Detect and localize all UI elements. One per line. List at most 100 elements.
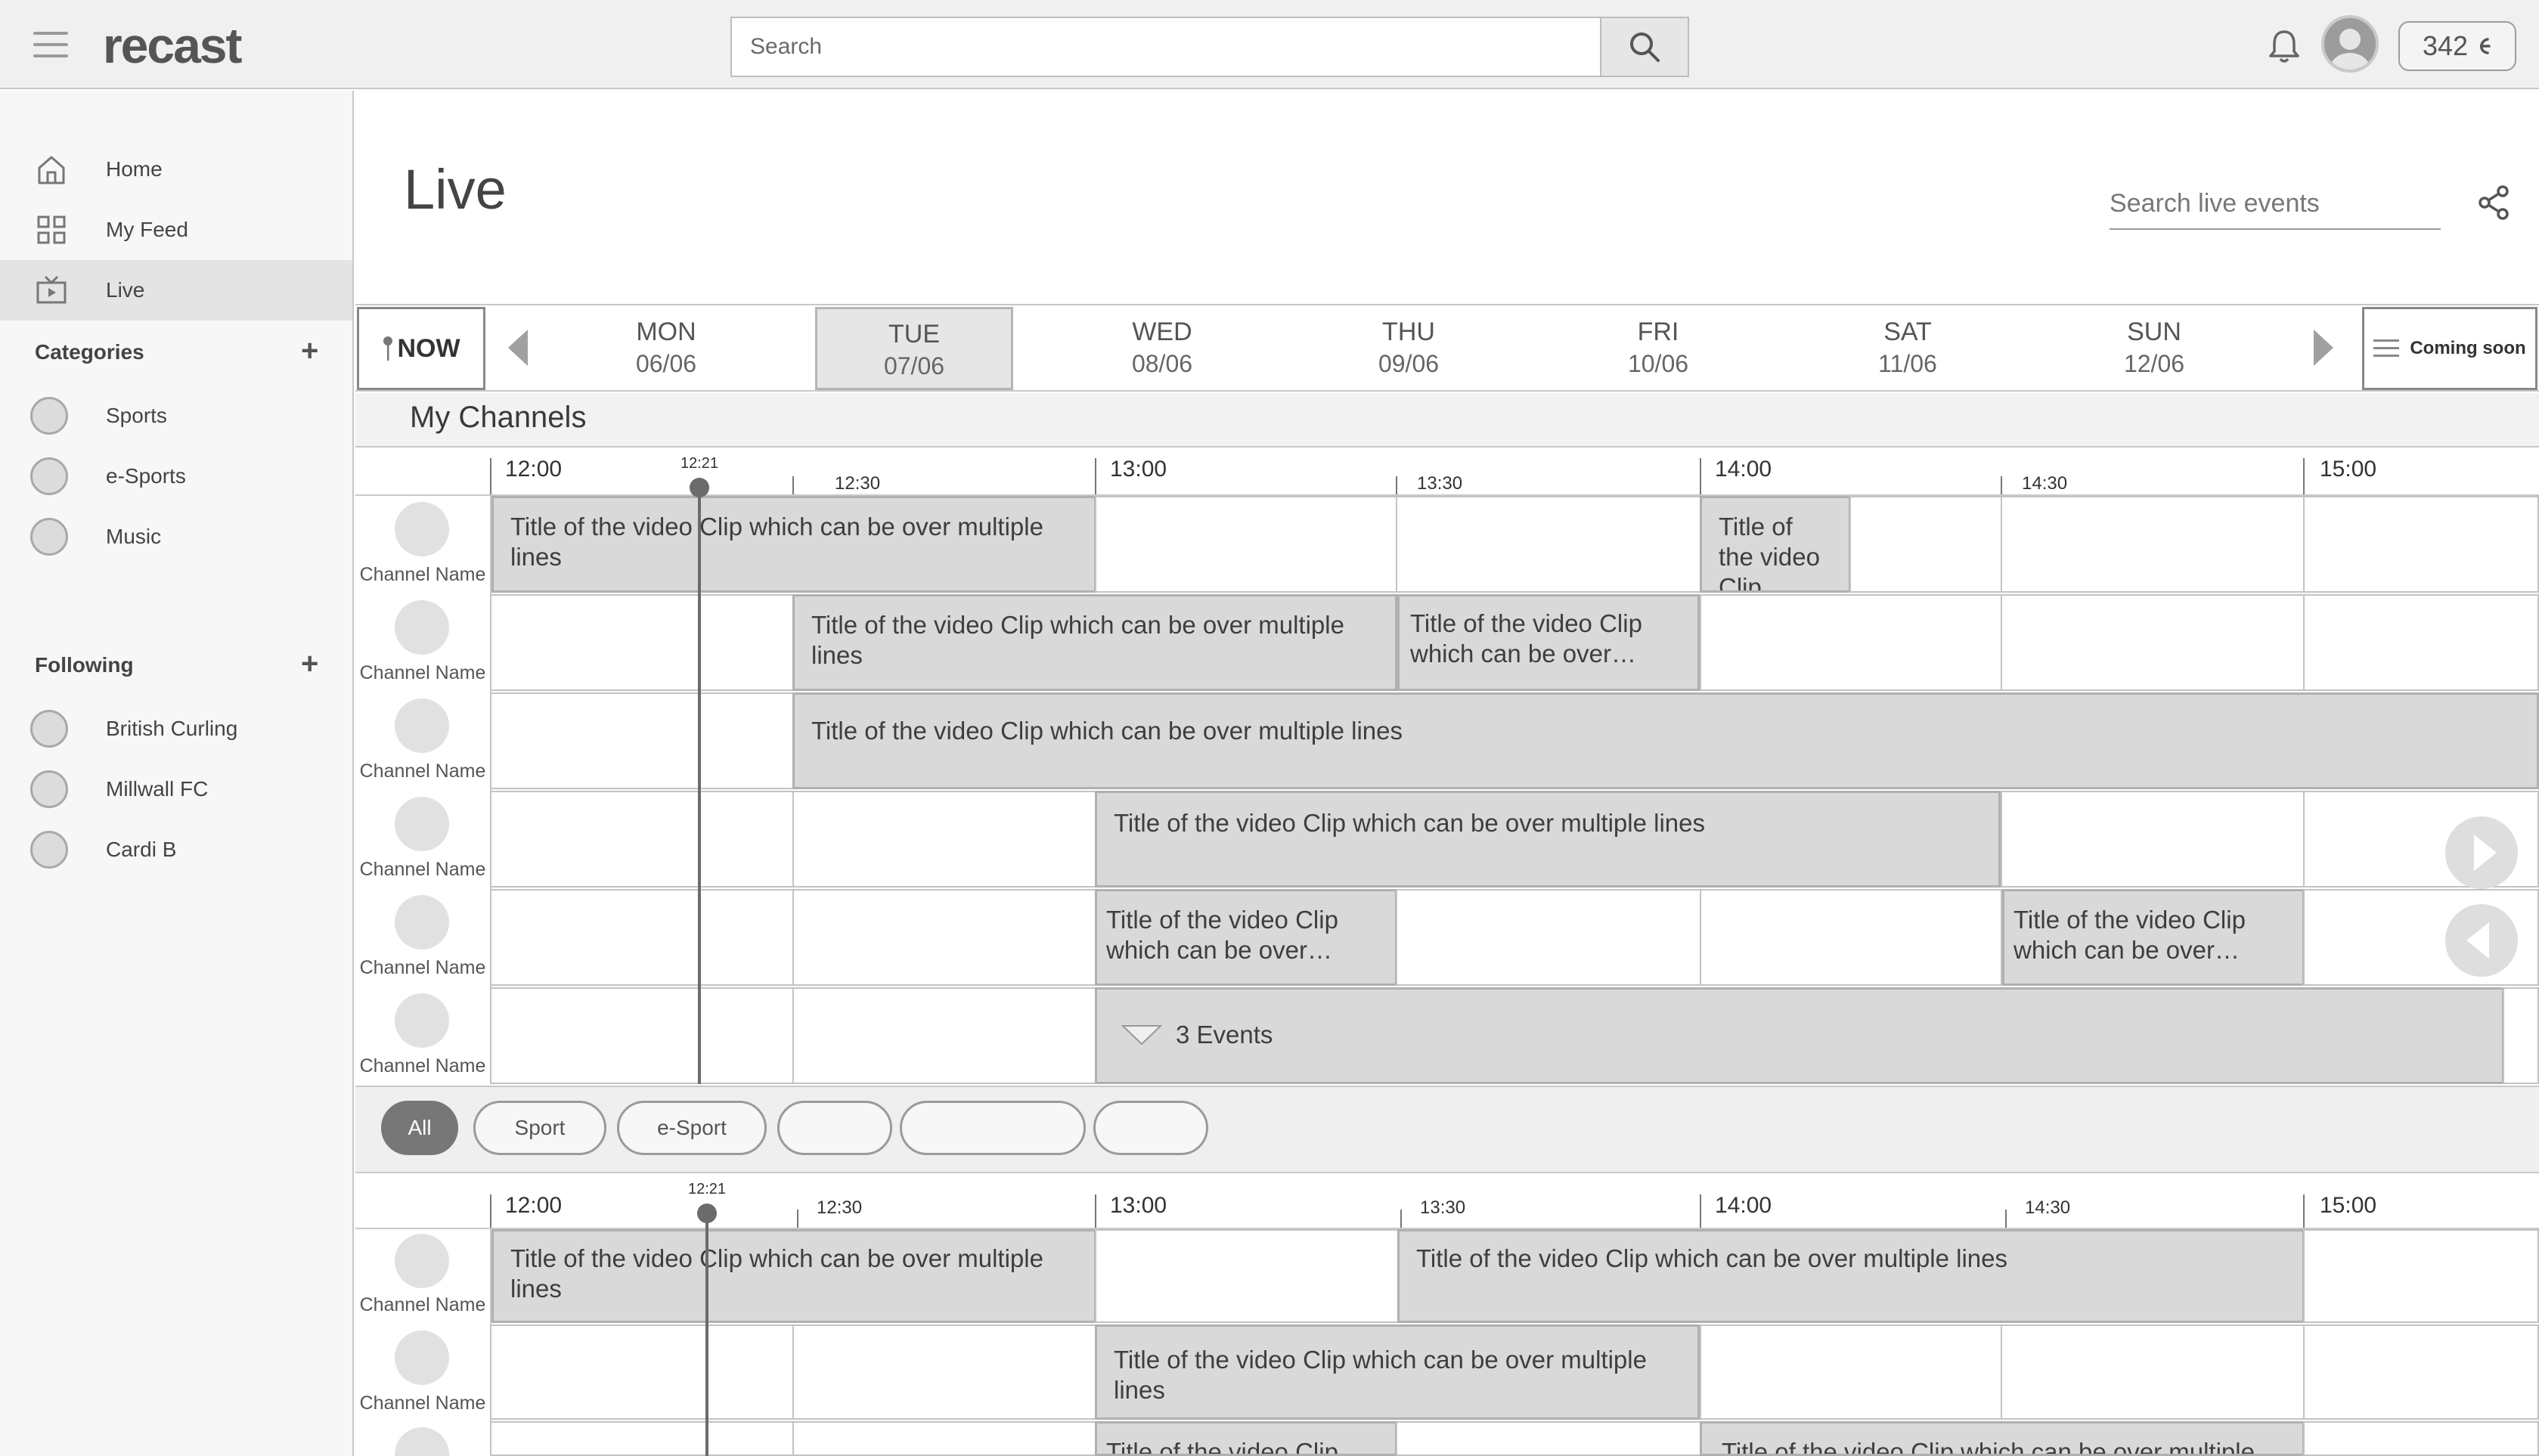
channel-cell[interactable]: Channel Name [355,496,490,593]
event-block[interactable]: Title of the video Clip which can be ove… [1700,1421,2305,1456]
empty-slot [1700,1324,2002,1420]
credits-button[interactable]: 342 [2398,21,2516,71]
filter-chip[interactable] [1093,1101,1208,1155]
timeline-tick [490,458,491,497]
category-avatar [30,397,68,435]
page-title: Live [404,158,507,221]
share-icon[interactable] [2477,184,2512,221]
scroll-left-button[interactable] [2445,904,2518,977]
empty-slot [2303,1324,2539,1420]
event-block[interactable]: Title of the video Clip which can be ove… [1397,1229,2305,1323]
chevron-down-icon [1121,1025,1162,1046]
user-avatar[interactable] [2321,15,2379,73]
app-logo[interactable]: recast [103,15,242,76]
sidebar-item-home[interactable]: Home [0,139,352,200]
event-block[interactable]: Title of the video Clip which can be ove… [491,1229,1096,1323]
day-tab-sat[interactable]: SAT 11/06 [1809,307,2007,390]
event-block[interactable]: Title of the video Clip which can be ove… [1095,791,2001,888]
next-day-arrow[interactable] [2314,330,2333,366]
live-search-input[interactable] [2110,188,2444,218]
event-group[interactable]: 3 Events [1095,987,2504,1084]
day-tab-mon[interactable]: MON 06/06 [567,307,765,390]
channel-cell[interactable]: Channel Name [355,987,490,1084]
coming-soon-button[interactable]: Coming soon [2362,307,2537,390]
now-indicator-line [705,1213,708,1456]
list-icon [2373,339,2400,357]
empty-slot [490,594,794,691]
now-time-label: 12:21 [680,455,719,472]
channel-cell[interactable]: Channel Name [355,889,490,986]
category-item[interactable]: e-Sports [30,454,186,499]
category-item[interactable]: Sports [30,393,167,438]
day-name: THU [1382,318,1435,346]
following-label: British Curling [106,717,238,740]
channel-name: Channel Name [359,1392,486,1414]
empty-slot [1849,496,2002,593]
sidebar-item-my-feed[interactable]: My Feed [0,200,352,260]
channel-cell[interactable]: Channel Name [355,692,490,789]
empty-slot [490,692,794,789]
event-block[interactable]: Title of the video Clip which can be ove… [2002,889,2305,986]
channel-name: Channel Name [359,1294,486,1315]
day-tab-thu[interactable]: THU 09/06 [1310,307,1508,390]
timeline-tick [2303,458,2305,497]
day-tab-tue[interactable]: TUE 07/06 [815,307,1013,390]
channel-cell[interactable] [355,1421,490,1456]
following-item[interactable]: Cardi B [30,827,176,872]
category-label: e-Sports [106,464,186,488]
event-block[interactable]: Title of the video Clip which can be ove… [491,496,1096,593]
now-label: NOW [397,333,460,363]
event-block[interactable]: Title of the video Clip [1095,1421,1397,1456]
channel-cell[interactable]: Channel Name [355,1324,490,1418]
category-item[interactable]: Music [30,514,161,559]
filter-chip-sport[interactable]: Sport [473,1101,606,1155]
time-label: 13:30 [1417,473,1463,494]
add-category-button[interactable]: + [301,336,318,366]
time-label: 12:00 [505,1193,563,1218]
event-block[interactable]: Title of the video Clip which can be ove… [792,594,1397,691]
following-avatar [30,831,68,869]
bell-icon[interactable] [2265,27,2303,65]
day-tab-fri[interactable]: FRI 10/06 [1559,307,1757,390]
following-item[interactable]: Millwall FC [30,767,208,812]
empty-slot [490,1421,794,1456]
channel-cell[interactable]: Channel Name [355,594,490,691]
menu-icon[interactable] [33,32,68,57]
search-button[interactable] [1600,18,1688,76]
day-tab-wed[interactable]: WED 08/06 [1063,307,1261,390]
time-label: 13:00 [1110,1193,1167,1218]
event-block[interactable]: Title of the video Clip which can be ove… [1095,1324,1700,1420]
event-block[interactable]: Title of the video Clip which can be ove… [1095,889,1397,986]
now-button[interactable]: NOW [357,307,485,390]
channel-cell[interactable]: Channel Name [355,791,490,888]
timeline-tick [490,1194,491,1231]
filter-chip-esport[interactable]: e-Sport [617,1101,767,1155]
time-label: 12:00 [505,457,563,482]
filter-chip-all[interactable]: All [381,1101,458,1155]
filter-chip[interactable] [900,1101,1086,1155]
scroll-right-button[interactable] [2445,816,2518,889]
channel-cell[interactable]: Channel Name [355,1229,490,1323]
now-time-label: 12:21 [688,1181,727,1197]
following-label: Cardi B [106,838,177,861]
empty-slot [792,889,1096,986]
following-item[interactable]: British Curling [30,706,237,751]
filter-chip[interactable] [777,1101,892,1155]
day-name: SUN [2127,318,2181,346]
add-following-button[interactable]: + [301,649,318,679]
empty-slot [1095,496,1397,593]
event-block[interactable]: Title of the video Clip [1700,496,1851,593]
event-block[interactable]: Title of the video Clip which can be ove… [792,692,2539,789]
empty-slot [490,791,794,888]
coming-soon-label: Coming soon [2410,338,2526,358]
sidebar-item-live[interactable]: Live [0,260,352,321]
day-tab-sun[interactable]: SUN 12/06 [2055,307,2253,390]
empty-slot [2001,496,2305,593]
day-name: SAT [1883,318,1932,346]
time-label: 15:00 [2320,1193,2377,1218]
day-date: 12/06 [2123,350,2185,377]
previous-day-arrow[interactable] [508,330,528,366]
search-input[interactable] [732,18,1600,76]
credits-icon [2480,38,2491,54]
event-block[interactable]: Title of the video Clip which can be ove… [1397,594,1700,691]
